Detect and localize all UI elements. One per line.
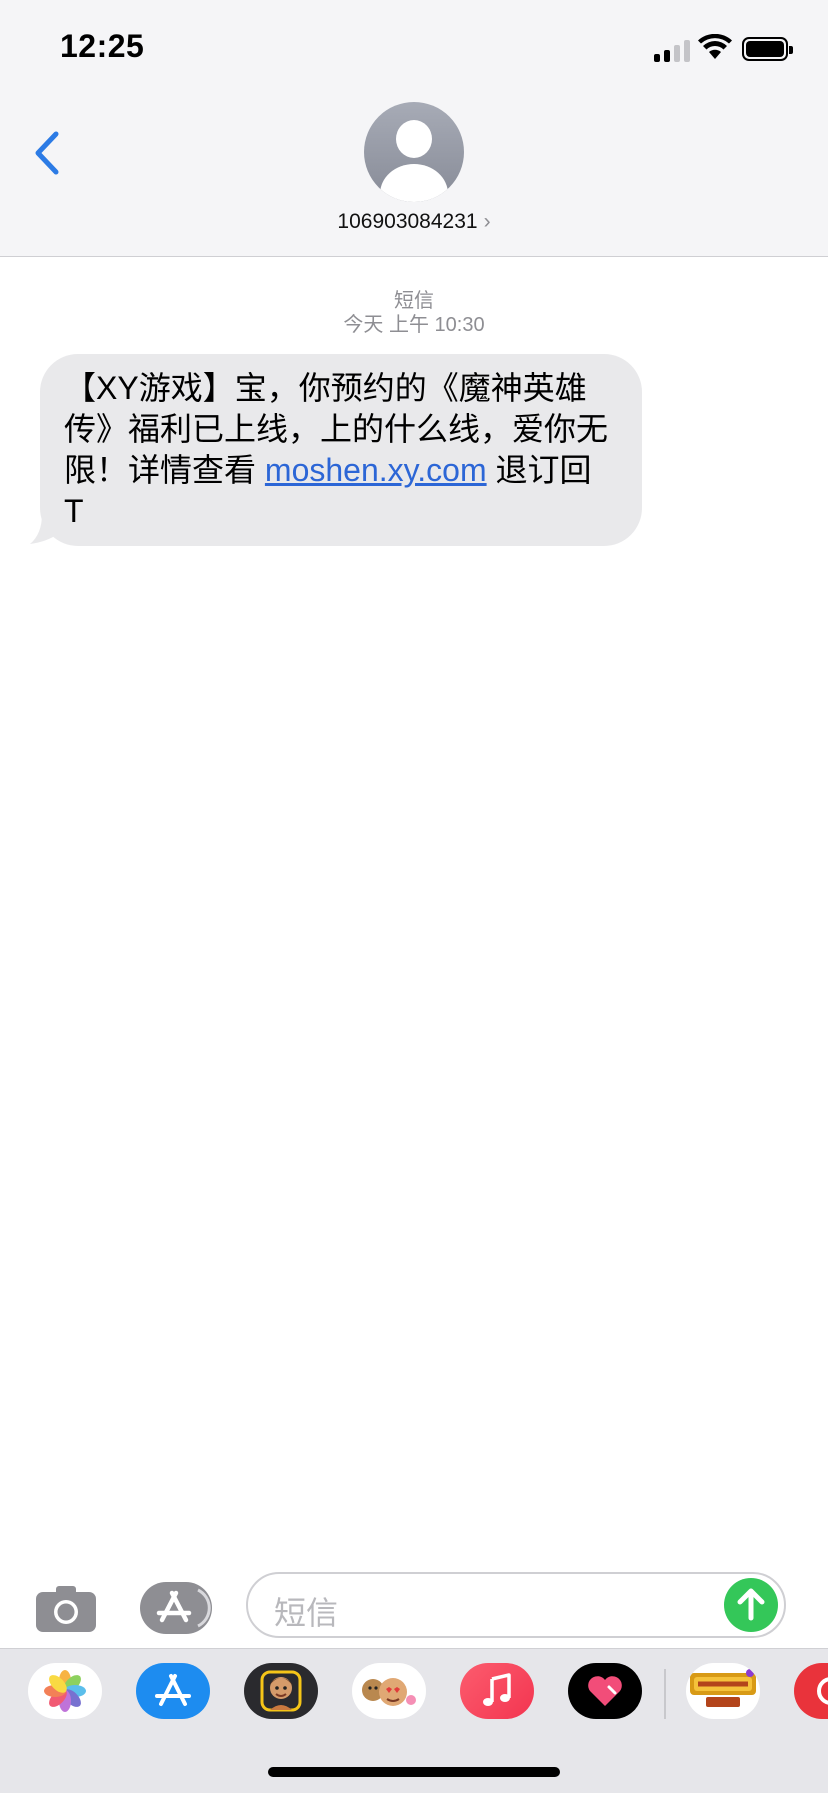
status-time: 12:25	[60, 28, 145, 64]
contact-number: 106903084231	[337, 210, 478, 233]
message-bubble[interactable]: 【XY游戏】宝，你预约的《魔神英雄传》福利已上线，上的什么线，爱你无限！详情查看…	[40, 354, 642, 546]
game-logo-icon	[690, 1669, 756, 1707]
conversation-header: 12:25 106903084231 ›	[0, 0, 828, 257]
battery-icon	[742, 37, 793, 61]
message-input-placeholder: 短信	[274, 1595, 339, 1631]
app-store-icon	[156, 1588, 211, 1628]
arrow-up-icon	[737, 1588, 765, 1621]
music-app[interactable]	[460, 1663, 534, 1719]
memoji-app[interactable]	[244, 1663, 318, 1719]
memoji-stickers-app[interactable]	[352, 1663, 426, 1719]
more-app[interactable]	[794, 1663, 828, 1719]
memoji-stickers-icon	[362, 1678, 416, 1706]
send-button[interactable]	[724, 1578, 778, 1632]
camera-icon[interactable]	[34, 1582, 98, 1634]
memoji-icon	[260, 1670, 302, 1712]
photos-icon	[44, 1670, 86, 1712]
app-store-icon	[155, 1674, 191, 1706]
home-indicator[interactable]	[268, 1767, 560, 1777]
drawer-divider	[664, 1669, 666, 1719]
heart-icon	[588, 1676, 622, 1706]
game-app[interactable]	[686, 1663, 760, 1719]
digital-touch-app[interactable]	[568, 1663, 642, 1719]
message-link[interactable]: moshen.xy.com	[265, 452, 487, 488]
photos-app[interactable]	[28, 1663, 102, 1719]
chevron-right-icon: ›	[483, 210, 491, 233]
thread-timestamp: 今天 上午 10:30	[343, 314, 485, 336]
wifi-icon	[698, 34, 732, 59]
more-icon	[817, 1677, 828, 1705]
music-icon	[483, 1673, 511, 1706]
app-store-app[interactable]	[136, 1663, 210, 1719]
back-button[interactable]	[30, 128, 66, 178]
message-input[interactable]: 短信	[246, 1572, 786, 1638]
message-composer: 短信	[0, 1552, 828, 1652]
app-store-button[interactable]	[140, 1582, 212, 1634]
contact-avatar[interactable]	[364, 102, 464, 202]
contact-name[interactable]: 106903084231 ›	[0, 210, 828, 234]
cellular-signal-icon	[654, 38, 690, 62]
